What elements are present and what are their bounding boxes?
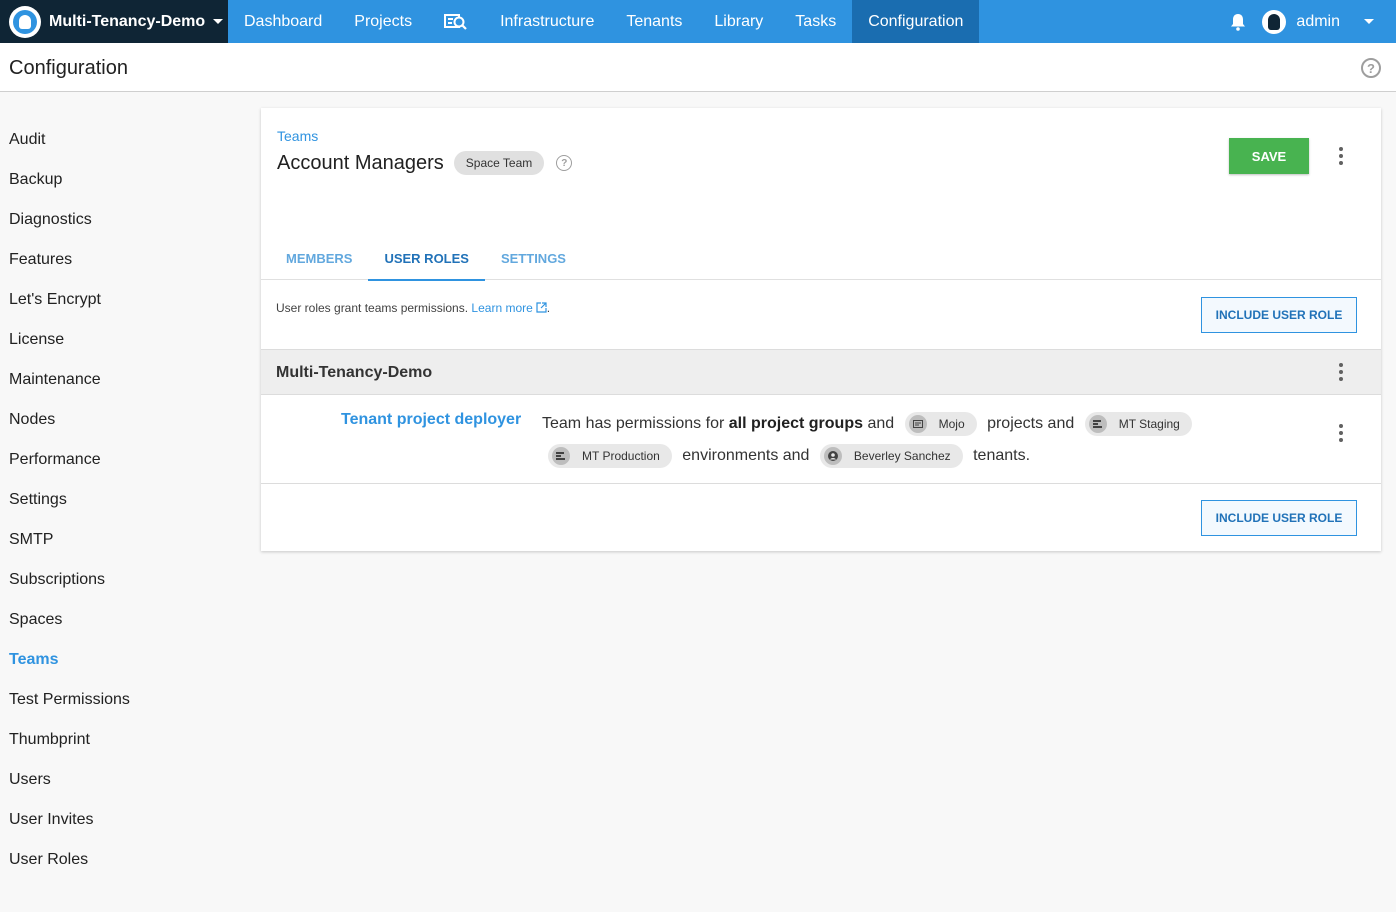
team-name: Account Managers bbox=[277, 151, 444, 174]
top-nav: Multi-Tenancy-Demo Dashboard Projects In… bbox=[0, 0, 1396, 43]
bell-icon bbox=[1231, 13, 1246, 31]
nav-dashboard[interactable]: Dashboard bbox=[228, 0, 338, 43]
user-icon bbox=[823, 446, 842, 465]
sidebar-item-features[interactable]: Features bbox=[9, 240, 229, 280]
environment-chip: MT Staging bbox=[1084, 411, 1192, 436]
environment-icon bbox=[1088, 414, 1107, 433]
sidebar-item-spaces[interactable]: Spaces bbox=[9, 600, 229, 640]
tab-user-roles[interactable]: USER ROLES bbox=[368, 236, 485, 281]
sidebar-item-diagnostics[interactable]: Diagnostics bbox=[9, 200, 229, 240]
sidebar-item-performance[interactable]: Performance bbox=[9, 440, 229, 480]
nav-configuration[interactable]: Configuration bbox=[852, 0, 980, 43]
tab-settings[interactable]: SETTINGS bbox=[485, 236, 582, 280]
sidebar-item-audit[interactable]: Audit bbox=[9, 120, 229, 160]
team-card: Teams Account Managers Space Team ? SAVE… bbox=[261, 108, 1381, 551]
tenant-chip: Beverley Sanchez bbox=[819, 443, 963, 468]
sidebar-item-subscriptions[interactable]: Subscriptions bbox=[9, 560, 229, 600]
save-button[interactable]: SAVE bbox=[1229, 138, 1309, 174]
sidebar-item-maintenance[interactable]: Maintenance bbox=[9, 360, 229, 400]
role-name-link[interactable]: Tenant project deployer bbox=[341, 411, 521, 429]
sidebar-item-user-invites[interactable]: User Invites bbox=[9, 800, 229, 840]
sidebar-item-nodes[interactable]: Nodes bbox=[9, 400, 229, 440]
environment-chip: MT Production bbox=[548, 443, 672, 468]
user-role-row: Tenant project deployer Team has permiss… bbox=[261, 395, 1381, 484]
nav-library[interactable]: Library bbox=[698, 0, 779, 43]
user-name: admin bbox=[1296, 12, 1340, 30]
space-name: Multi-Tenancy-Demo bbox=[49, 12, 206, 30]
space-switcher[interactable]: Multi-Tenancy-Demo bbox=[0, 0, 228, 43]
more-options-icon[interactable] bbox=[1331, 146, 1351, 166]
page-header: Configuration ? bbox=[0, 43, 1396, 92]
role-permission-summary: Team has permissions for all project gro… bbox=[542, 408, 1212, 472]
description-text: User roles grant teams permissions. bbox=[276, 301, 469, 315]
include-user-role-button[interactable]: INCLUDE USER ROLE bbox=[1201, 297, 1357, 333]
environment-icon bbox=[552, 446, 570, 465]
space-group-name: Multi-Tenancy-Demo bbox=[276, 364, 433, 381]
sidebar: Audit Backup Diagnostics Features Let's … bbox=[9, 120, 229, 880]
more-options-icon[interactable] bbox=[1331, 362, 1351, 382]
nav-search[interactable] bbox=[428, 0, 484, 43]
sidebar-item-user-roles[interactable]: User Roles bbox=[9, 840, 229, 880]
sidebar-item-users[interactable]: Users bbox=[9, 760, 229, 800]
perm-emphasis: all project groups bbox=[728, 415, 863, 432]
avatar bbox=[1262, 9, 1287, 34]
space-group-header: Multi-Tenancy-Demo bbox=[261, 349, 1381, 395]
perm-text: and bbox=[867, 415, 895, 432]
tab-bar: MEMBERS USER ROLES SETTINGS bbox=[261, 236, 1381, 281]
sidebar-item-smtp[interactable]: SMTP bbox=[9, 520, 229, 560]
sidebar-item-lets-encrypt[interactable]: Let's Encrypt bbox=[9, 280, 229, 320]
more-options-icon[interactable] bbox=[1331, 423, 1351, 443]
nav-infrastructure[interactable]: Infrastructure bbox=[484, 0, 610, 43]
external-link-icon bbox=[536, 302, 547, 313]
search-icon bbox=[444, 13, 467, 30]
perm-text: projects and bbox=[987, 415, 1075, 432]
chevron-down-icon bbox=[213, 19, 224, 24]
project-icon bbox=[908, 414, 927, 433]
include-user-role-button[interactable]: INCLUDE USER ROLE bbox=[1201, 500, 1357, 536]
sidebar-item-teams[interactable]: Teams bbox=[9, 640, 229, 680]
perm-text: tenants. bbox=[973, 447, 1031, 464]
notifications-button[interactable] bbox=[1218, 0, 1258, 43]
description-period: . bbox=[546, 301, 551, 315]
team-type-badge: Space Team bbox=[453, 151, 545, 175]
sidebar-item-settings[interactable]: Settings bbox=[9, 480, 229, 520]
learn-more-link[interactable]: Learn more bbox=[471, 301, 547, 315]
chevron-down-icon bbox=[1364, 19, 1374, 24]
sidebar-item-test-permissions[interactable]: Test Permissions bbox=[9, 680, 229, 720]
page-title: Configuration bbox=[9, 57, 128, 79]
project-chip-label: Mojo bbox=[938, 416, 965, 431]
help-icon[interactable]: ? bbox=[556, 155, 573, 171]
nav-tasks[interactable]: Tasks bbox=[779, 0, 852, 43]
environment-chip-label: MT Staging bbox=[1118, 416, 1180, 431]
space-logo-icon bbox=[9, 5, 41, 38]
perm-text: environments and bbox=[682, 447, 810, 464]
nav-right: admin bbox=[1218, 0, 1396, 43]
environment-chip-label: MT Production bbox=[582, 448, 660, 463]
user-roles-description: User roles grant teams permissions. Lear… bbox=[276, 301, 550, 315]
tab-members[interactable]: MEMBERS bbox=[270, 236, 368, 280]
breadcrumb[interactable]: Teams bbox=[277, 128, 318, 144]
sidebar-item-backup[interactable]: Backup bbox=[9, 160, 229, 200]
help-icon[interactable]: ? bbox=[1361, 58, 1381, 78]
sidebar-item-thumbprint[interactable]: Thumbprint bbox=[9, 720, 229, 760]
project-chip: Mojo bbox=[904, 411, 977, 436]
nav-tenants[interactable]: Tenants bbox=[610, 0, 698, 43]
tenant-chip-label: Beverley Sanchez bbox=[853, 448, 951, 463]
team-header: Account Managers Space Team ? bbox=[277, 151, 573, 175]
learn-more-label: Learn more bbox=[471, 301, 533, 315]
nav-projects[interactable]: Projects bbox=[338, 0, 428, 43]
user-menu[interactable]: admin bbox=[1262, 9, 1396, 34]
perm-text: Team has permissions for bbox=[542, 415, 725, 432]
sidebar-item-license[interactable]: License bbox=[9, 320, 229, 360]
